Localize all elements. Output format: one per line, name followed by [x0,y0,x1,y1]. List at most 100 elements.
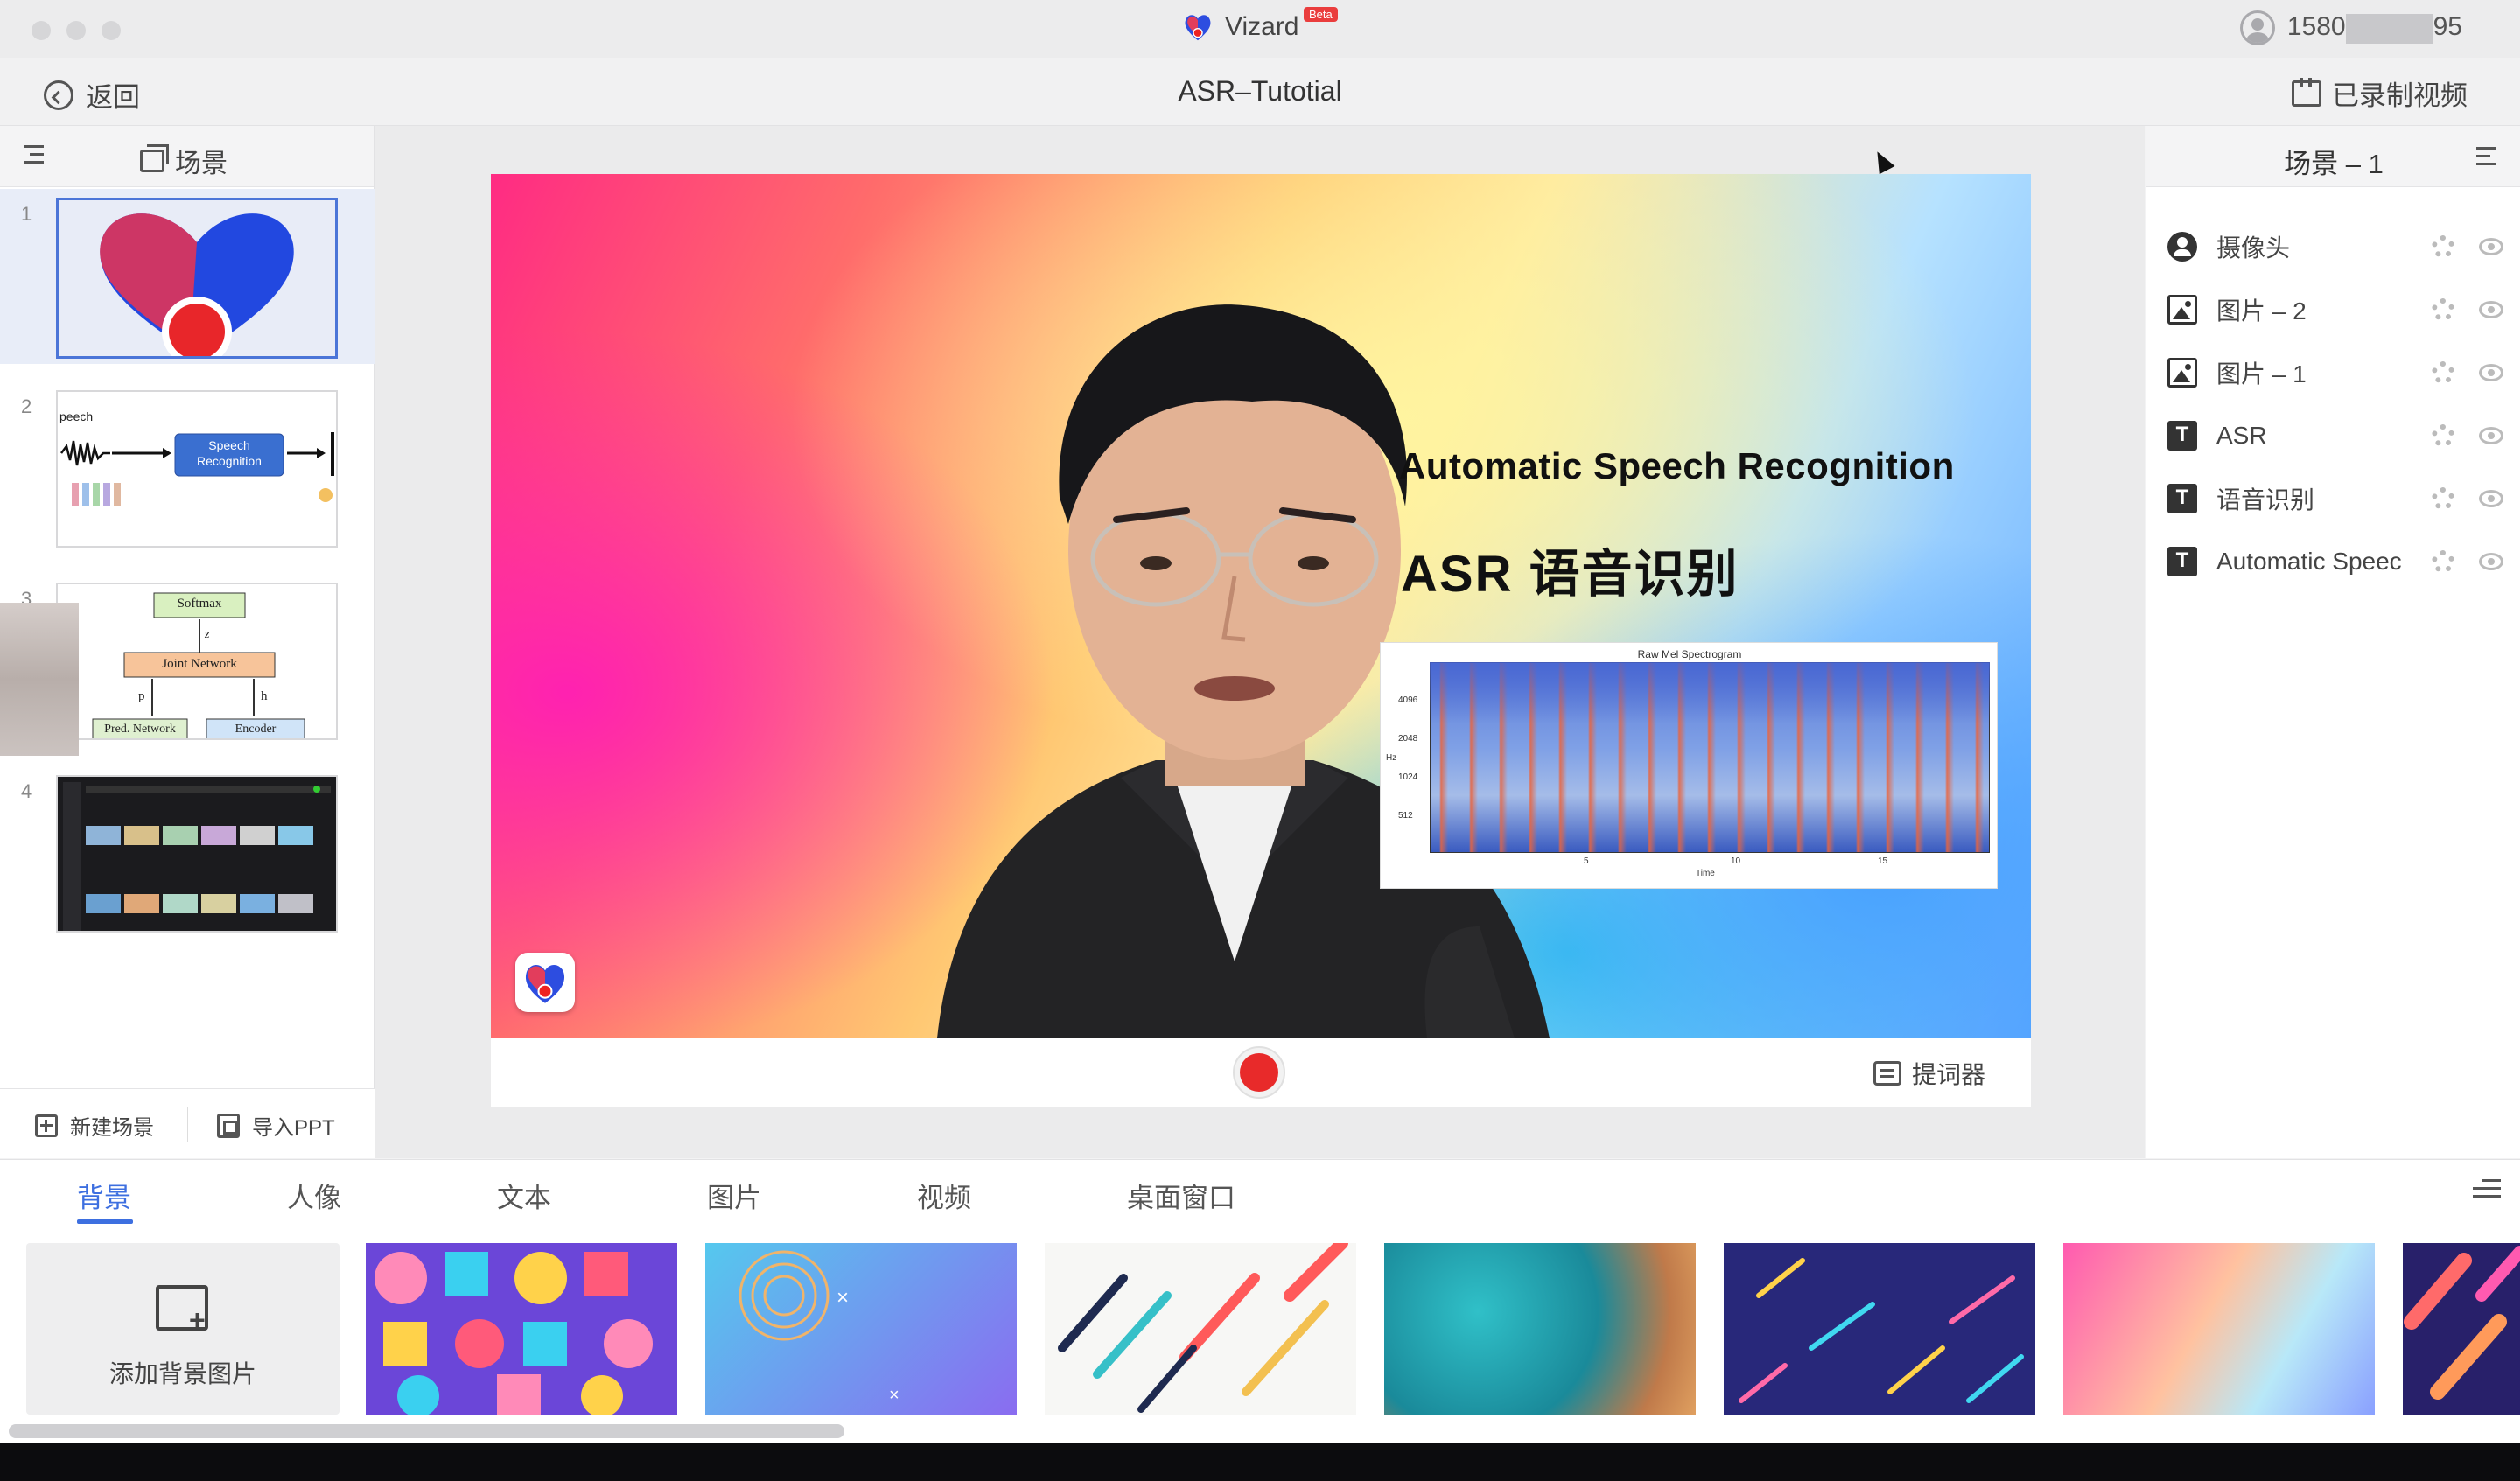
tab-scenes-label: 场景 [175,150,228,178]
eye-icon[interactable] [2479,238,2503,255]
layer-item-text-asr[interactable]: ASR [2167,404,2509,467]
eye-icon[interactable] [2479,364,2503,381]
ppt-icon [217,1113,240,1138]
camera-icon [2167,232,2197,262]
teleprompter-label: 提词器 [1911,1061,1985,1088]
scene-thumbnail: peech Speech Recognition [56,390,338,548]
scene-number: 1 [21,203,32,225]
app-name: Vizard [1225,12,1299,41]
vizard-logo-icon [100,213,294,356]
project-header: 返回 ASR–Tutotial 已录制视频 [0,58,2520,126]
slide-subtitle-text[interactable]: ASR 语音识别 [1401,533,1740,606]
gear-icon[interactable] [2432,424,2454,447]
title-bar: Vizard Beta 1580 95 [0,0,2520,58]
scene-item-1[interactable]: 1 [0,189,374,364]
background-thumbnail[interactable] [2403,1243,2520,1415]
recording-control-bar: 提词器 [491,1038,2031,1107]
vizard-logo-icon [525,965,565,1003]
tab-text[interactable]: 文本 [497,1176,551,1215]
layer-item-image-2[interactable]: 图片 – 2 [2167,278,2509,341]
spectrogram-ytick: 512 [1398,811,1413,821]
gear-icon[interactable] [2432,361,2454,384]
layer-item-text-speech[interactable]: 语音识别 [2167,467,2509,530]
scene-number: 4 [21,780,32,802]
scene-list-header: 场景 [0,126,374,187]
add-image-icon [156,1285,208,1337]
scene-thumbnail: Softmax z Joint Network p h Pred. Networ… [56,583,338,740]
footer-divider [187,1107,188,1142]
teleprompter-icon [1872,1061,1901,1086]
background-thumbnail[interactable]: × × [705,1243,1017,1415]
text-icon [2167,547,2197,576]
layer-item-image-1[interactable]: 图片 – 1 [2167,341,2509,404]
text-icon [2167,421,2197,451]
beta-badge: Beta [1304,7,1338,22]
close-window-button[interactable] [32,21,51,40]
spectrogram-xtick: 10 [1731,856,1741,866]
background-thumbnail[interactable] [1384,1243,1696,1415]
scene-preview-canvas[interactable]: Automatic Speech Recognition ASR 语音识别 Ra… [491,174,2031,1038]
library-scrollbar[interactable] [9,1424,844,1438]
library-menu-button[interactable] [2473,1177,2501,1202]
recorded-videos-label: 已录制视频 [2332,80,2468,111]
thumb-p: p [138,689,145,703]
spectrogram-image[interactable]: Raw Mel Spectrogram 4096 2048 1024 512 H… [1380,642,1998,889]
thumb-pred: Pred. Network [104,723,176,736]
minimize-window-button[interactable] [66,21,86,40]
record-button[interactable] [1233,1046,1285,1099]
background-thumbnail[interactable] [2063,1243,2375,1415]
new-scene-button[interactable]: 新建场景 [35,1110,154,1141]
layer-item-text-title[interactable]: Automatic Speec [2167,530,2509,593]
tab-desktop-window[interactable]: 桌面窗口 [1127,1176,1236,1215]
background-thumbnail[interactable] [366,1243,677,1415]
background-thumbnail[interactable] [1045,1243,1356,1415]
spectrogram-ytick: 4096 [1398,695,1418,705]
spectrogram-title: Raw Mel Spectrogram [1637,648,1742,660]
slide-title-text[interactable]: Automatic Speech Recognition [1399,445,1955,487]
calendar-icon [2292,77,2321,107]
gear-icon[interactable] [2432,235,2454,258]
tab-image[interactable]: 图片 [707,1176,761,1215]
user-avatar-icon[interactable] [2239,10,2275,45]
collapse-right-panel-button[interactable] [2474,145,2502,170]
gear-icon[interactable] [2432,298,2454,321]
geometric-pattern [366,1243,677,1415]
background-thumbnail[interactable] [1724,1243,2035,1415]
zoom-window-button[interactable] [102,21,121,40]
add-background-label: 添加背景图片 [108,1360,256,1387]
add-background-image-button[interactable]: 添加背景图片 [26,1243,340,1415]
teleprompter-button[interactable]: 提词器 [1872,1056,1985,1091]
eye-icon[interactable] [2479,490,2503,507]
stripes-pattern [2404,1246,2520,1400]
spectrogram-ylabel: Hz [1386,753,1397,763]
image-icon [2167,295,2197,325]
tab-scenes[interactable]: 场景 [140,142,228,180]
eye-icon[interactable] [2479,427,2503,444]
layer-label: Automatic Speec [2216,548,2402,575]
tab-video[interactable]: 视频 [917,1176,971,1215]
scene-item-2[interactable]: 2 peech Speech Recognition [0,381,374,556]
user-account[interactable]: 1580 95 [2239,10,2462,45]
eye-icon[interactable] [2479,301,2503,318]
stage-area: Automatic Speech Recognition ASR 语音识别 Ra… [375,126,2145,1158]
thumb-box-label: Speech Recognition [197,438,262,468]
eye-icon[interactable] [2479,553,2503,570]
tab-portrait[interactable]: 人像 [287,1176,341,1215]
scene-thumbnail [56,198,338,359]
gear-icon[interactable] [2432,550,2454,573]
mouse-cursor-icon [1869,147,1895,175]
tab-background[interactable]: 背景 [77,1176,131,1215]
dash-pattern [1724,1243,2035,1415]
spectrogram-ytick: 2048 [1398,734,1418,744]
recorded-videos-button[interactable]: 已录制视频 [2292,73,2468,113]
collapse-left-panel-button[interactable] [18,143,46,168]
import-ppt-button[interactable]: 导入PPT [217,1110,335,1141]
current-scene-name: 场景 – 1 [2284,149,2384,179]
gear-icon[interactable] [2432,487,2454,510]
phone-redaction [2345,13,2433,44]
scene-item-4[interactable]: 4 [0,766,374,941]
layer-item-camera[interactable]: 摄像头 [2167,215,2509,278]
layer-label: 语音识别 [2216,486,2315,513]
image-icon [2167,358,2197,388]
new-scene-label: 新建场景 [70,1116,154,1140]
